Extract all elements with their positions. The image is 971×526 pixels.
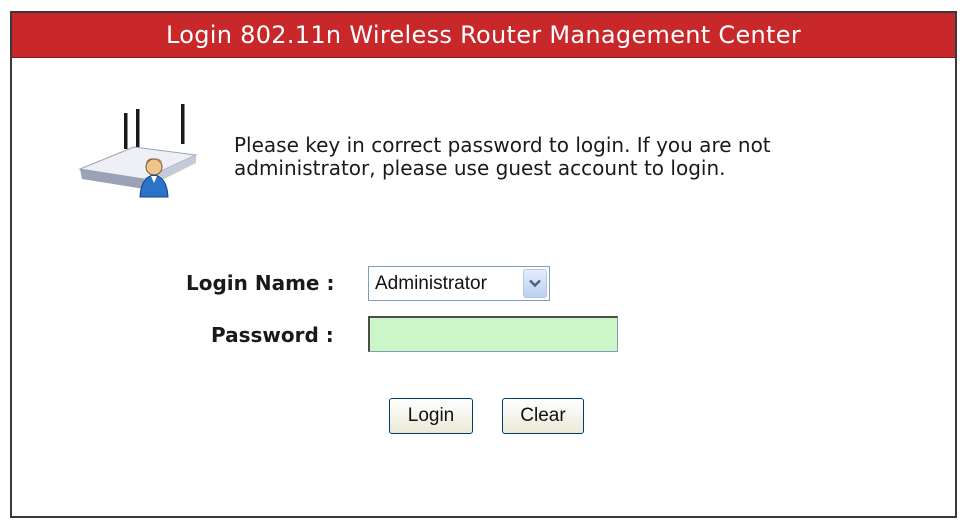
login-name-selected-value: Administrator (375, 273, 487, 294)
chevron-down-icon[interactable] (523, 269, 547, 298)
password-input[interactable] (368, 316, 618, 352)
page-title: Login 802.11n Wireless Router Management… (12, 13, 955, 58)
login-name-label: Login Name : (186, 271, 335, 295)
login-button[interactable]: Login (389, 398, 473, 434)
instruction-line-2: administrator, please use guest account … (234, 156, 726, 180)
password-label: Password : (211, 323, 334, 347)
login-instructions: Please key in correct password to login.… (234, 134, 884, 180)
router-with-user-icon (78, 104, 198, 198)
clear-button[interactable]: Clear (502, 398, 584, 434)
login-panel: Login 802.11n Wireless Router Management… (10, 11, 957, 518)
login-name-select[interactable]: Administrator (368, 266, 550, 301)
instruction-line-1: Please key in correct password to login.… (234, 133, 771, 157)
